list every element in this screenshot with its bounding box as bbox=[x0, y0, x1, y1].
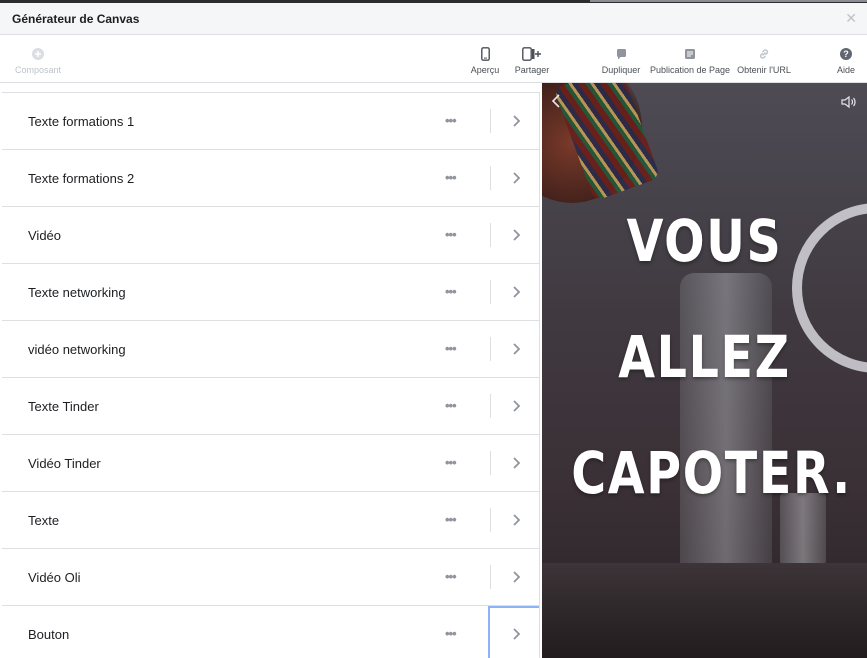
component-button[interactable]: Composant bbox=[14, 36, 62, 82]
preview-table-image bbox=[542, 563, 867, 658]
chevron-right-icon[interactable] bbox=[508, 626, 524, 642]
component-name: Vidéo Tinder bbox=[28, 456, 101, 471]
preview-headline: VOUS ALLEZ CAPOTER. bbox=[571, 183, 852, 531]
more-options-icon[interactable]: ••• bbox=[445, 512, 457, 527]
chevron-right-icon[interactable] bbox=[508, 569, 524, 585]
component-name: vidéo networking bbox=[28, 342, 126, 357]
headline-line-1: VOUS bbox=[626, 207, 783, 275]
chevron-right-icon[interactable] bbox=[508, 398, 524, 414]
more-options-icon[interactable]: ••• bbox=[445, 398, 457, 413]
headline-line-3: CAPOTER. bbox=[571, 439, 852, 507]
plus-circle-icon bbox=[32, 46, 44, 62]
chevron-right-icon[interactable] bbox=[508, 284, 524, 300]
share-label: Partager bbox=[514, 65, 550, 75]
headline-line-2: ALLEZ bbox=[618, 323, 791, 391]
component-name: Bouton bbox=[28, 627, 70, 642]
component-name: Vidéo bbox=[28, 228, 62, 243]
canvas-preview: VOUS ALLEZ CAPOTER. bbox=[542, 83, 867, 658]
more-options-icon[interactable]: ••• bbox=[445, 455, 457, 470]
component-name: Texte bbox=[28, 513, 60, 528]
chevron-left-icon[interactable] bbox=[550, 93, 562, 109]
component-row-video-networking[interactable]: vidéo networking ••• bbox=[2, 321, 539, 378]
chevron-right-icon[interactable] bbox=[508, 227, 524, 243]
title-bar: Générateur de Canvas ✕ bbox=[0, 3, 867, 35]
more-options-icon[interactable]: ••• bbox=[445, 170, 457, 185]
link-icon bbox=[758, 46, 770, 62]
component-row-texte-formations-2[interactable]: Texte formations 2 ••• bbox=[2, 150, 539, 207]
component-name: Texte formations 1 bbox=[28, 114, 135, 129]
component-label: Composant bbox=[14, 65, 62, 75]
more-options-icon[interactable]: ••• bbox=[445, 626, 457, 641]
component-row-video[interactable]: Vidéo ••• bbox=[2, 207, 539, 264]
component-name: Texte networking bbox=[28, 285, 126, 300]
share-button[interactable]: Partager bbox=[513, 36, 551, 82]
divider bbox=[490, 394, 491, 418]
component-row-texte-networking[interactable]: Texte networking ••• bbox=[2, 264, 539, 321]
chevron-right-icon[interactable] bbox=[508, 113, 524, 129]
publish-icon bbox=[684, 46, 696, 62]
component-row-video-oli[interactable]: Vidéo Oli ••• bbox=[2, 549, 539, 606]
duplicate-button[interactable]: Dupliquer bbox=[600, 36, 642, 82]
chevron-right-icon[interactable] bbox=[508, 455, 524, 471]
chevron-right-icon[interactable] bbox=[508, 170, 524, 186]
divider bbox=[490, 451, 491, 475]
more-options-icon[interactable]: ••• bbox=[445, 341, 457, 356]
share-device-icon bbox=[522, 46, 542, 62]
more-options-icon[interactable]: ••• bbox=[445, 284, 457, 299]
component-name: Vidéo Oli bbox=[28, 570, 81, 585]
phone-icon bbox=[480, 46, 490, 62]
preview-label: Aperçu bbox=[470, 65, 500, 75]
component-row-texte-tinder[interactable]: Texte Tinder ••• bbox=[2, 378, 539, 435]
help-button[interactable]: ? Aide bbox=[834, 36, 858, 82]
chevron-right-icon[interactable] bbox=[508, 512, 524, 528]
preview-button[interactable]: Aperçu bbox=[468, 36, 502, 82]
help-icon: ? bbox=[840, 46, 852, 62]
publish-page-label: Publication de Page bbox=[649, 65, 731, 75]
divider bbox=[490, 508, 491, 532]
divider bbox=[490, 223, 491, 247]
get-url-label: Obtenir l'URL bbox=[737, 65, 791, 75]
component-name: Texte Tinder bbox=[28, 399, 99, 414]
duplicate-icon bbox=[615, 46, 627, 62]
svg-text:?: ? bbox=[843, 49, 849, 59]
publish-page-button[interactable]: Publication de Page bbox=[650, 36, 730, 82]
component-row-video-tinder[interactable]: Vidéo Tinder ••• bbox=[2, 435, 539, 492]
close-icon[interactable]: ✕ bbox=[845, 10, 857, 27]
get-url-button[interactable]: Obtenir l'URL bbox=[736, 36, 792, 82]
component-row-texte-formations-1[interactable]: Texte formations 1 ••• bbox=[2, 93, 539, 150]
window-title: Générateur de Canvas bbox=[12, 12, 140, 26]
divider bbox=[490, 166, 491, 190]
speaker-icon[interactable] bbox=[841, 95, 857, 109]
help-label: Aide bbox=[836, 65, 855, 75]
more-options-icon[interactable]: ••• bbox=[445, 227, 457, 242]
more-options-icon[interactable]: ••• bbox=[445, 113, 457, 128]
divider bbox=[490, 280, 491, 304]
divider bbox=[490, 337, 491, 361]
duplicate-label: Dupliquer bbox=[601, 65, 641, 75]
chevron-right-icon[interactable] bbox=[508, 341, 524, 357]
component-row-texte[interactable]: Texte ••• bbox=[2, 492, 539, 549]
toolbar: Composant Aperçu Partager Dupliquer Publ… bbox=[0, 36, 867, 83]
component-name: Texte formations 2 bbox=[28, 171, 135, 186]
more-options-icon[interactable]: ••• bbox=[445, 569, 457, 584]
component-list: Texte formations 1 ••• Texte formations … bbox=[2, 92, 540, 658]
divider bbox=[490, 109, 491, 133]
component-row-bouton[interactable]: Bouton ••• bbox=[2, 606, 539, 658]
divider bbox=[490, 565, 491, 589]
